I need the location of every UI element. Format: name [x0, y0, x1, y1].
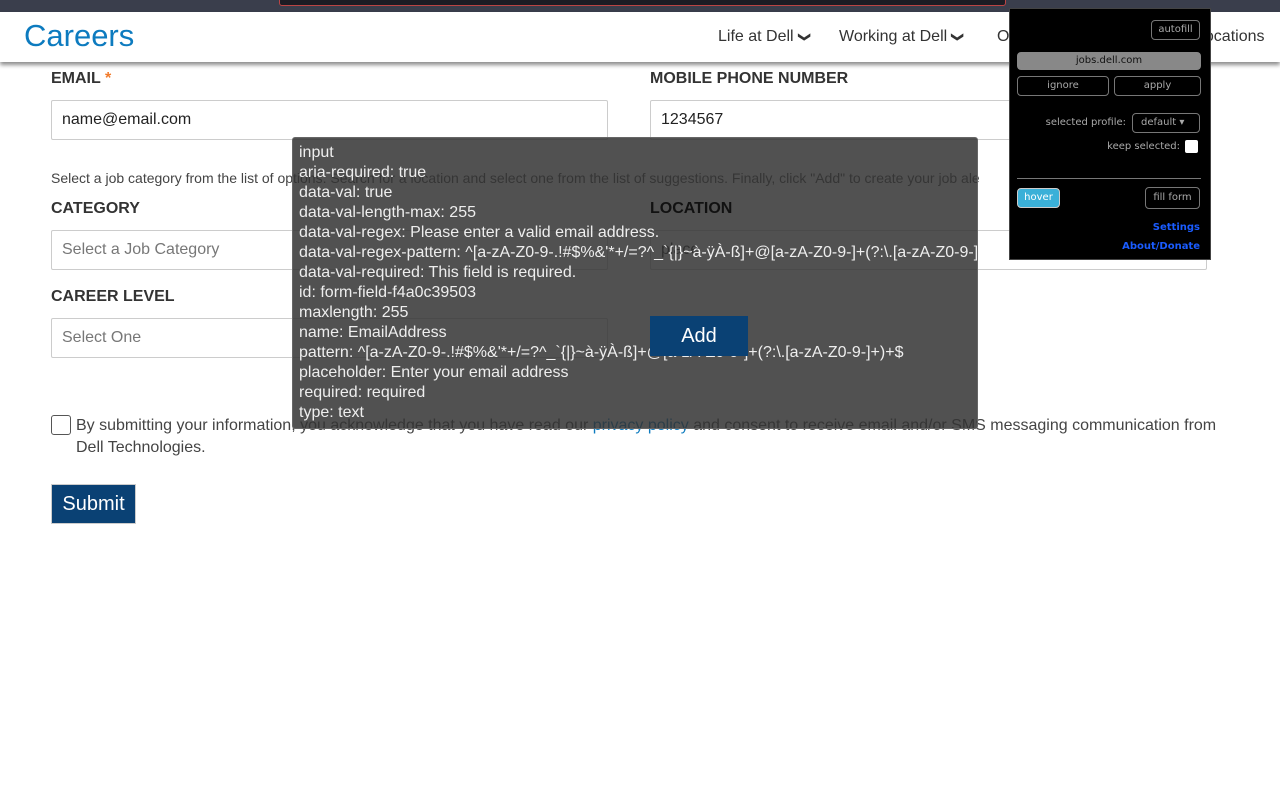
submit-button[interactable]: Submit: [51, 484, 136, 524]
career-level-label: CAREER LEVEL: [51, 288, 175, 305]
phone-label: MOBILE PHONE NUMBER: [650, 70, 849, 87]
chevron-down-icon: ❯: [951, 31, 966, 43]
nav-label: O: [997, 28, 1010, 45]
profile-label: selected profile:: [1045, 117, 1126, 128]
tooltip-line: data-val: true: [299, 184, 393, 201]
tooltip-line: placeholder: Enter your email address: [299, 364, 569, 381]
divider: [1017, 178, 1201, 179]
tooltip-line: input: [299, 144, 334, 161]
autofill-button[interactable]: autofill: [1151, 20, 1200, 40]
nav-item-o[interactable]: O: [997, 28, 1009, 46]
tooltip-line: data-val-required: This field is require…: [299, 264, 577, 281]
consent-checkbox[interactable]: [51, 415, 71, 435]
element-inspector-tooltip: input aria-required: true data-val: true da…: [292, 137, 978, 429]
nav-label: Life at Dell: [718, 28, 794, 45]
about-donate-link[interactable]: About/Donate: [1122, 241, 1200, 252]
tooltip-line: pattern: ^[a-zA-Z0-9-.!#$%&'*+/=?^_`{|}~…: [299, 344, 904, 361]
tooltip-line: data-val-regex-pattern: ^[a-zA-Z0-9-.!#$…: [299, 244, 978, 261]
tooltip-line: required: required: [299, 384, 426, 401]
tooltip-line: aria-required: true: [299, 164, 427, 181]
keep-selected-label: keep selected:: [1107, 141, 1180, 152]
add-button[interactable]: Add: [650, 316, 748, 356]
fill-form-button[interactable]: fill form: [1145, 187, 1200, 209]
tooltip-line: type: text: [299, 404, 364, 421]
hover-button[interactable]: hover: [1017, 188, 1060, 208]
keep-selected-checkbox[interactable]: [1185, 140, 1198, 153]
profile-select[interactable]: default ▾: [1132, 113, 1200, 133]
tooltip-line: name: EmailAddress: [299, 324, 447, 341]
careers-logo[interactable]: Careers: [24, 18, 134, 54]
profile-value: default: [1141, 117, 1177, 128]
nav-label: Working at Dell: [839, 28, 948, 45]
domain-badge: jobs.dell.com: [1017, 52, 1201, 70]
settings-link[interactable]: Settings: [1153, 222, 1200, 233]
autofill-extension-panel: autofill jobs.dell.com ignore apply sele…: [1009, 8, 1211, 260]
nav-working-at-dell[interactable]: Working at Dell ❯: [839, 28, 966, 46]
tooltip-line: maxlength: 255: [299, 304, 409, 321]
apply-button[interactable]: apply: [1114, 76, 1201, 96]
location-label: LOCATION: [650, 200, 733, 217]
ignore-button[interactable]: ignore: [1017, 76, 1109, 96]
tooltip-line: data-val-regex: Please enter a valid ema…: [299, 224, 660, 241]
tooltip-line: data-val-length-max: 255: [299, 204, 476, 221]
chevron-down-icon: ❯: [797, 31, 812, 43]
email-label: EMAIL *: [51, 70, 112, 87]
tooltip-line: id: form-field-f4a0c39503: [299, 284, 476, 301]
category-label: CATEGORY: [51, 200, 140, 217]
email-input[interactable]: name@email.com: [51, 100, 608, 140]
nav-life-at-dell[interactable]: Life at Dell ❯: [718, 28, 812, 46]
chevron-down-icon: ▾: [1179, 117, 1185, 128]
address-bar[interactable]: [279, 0, 1006, 6]
